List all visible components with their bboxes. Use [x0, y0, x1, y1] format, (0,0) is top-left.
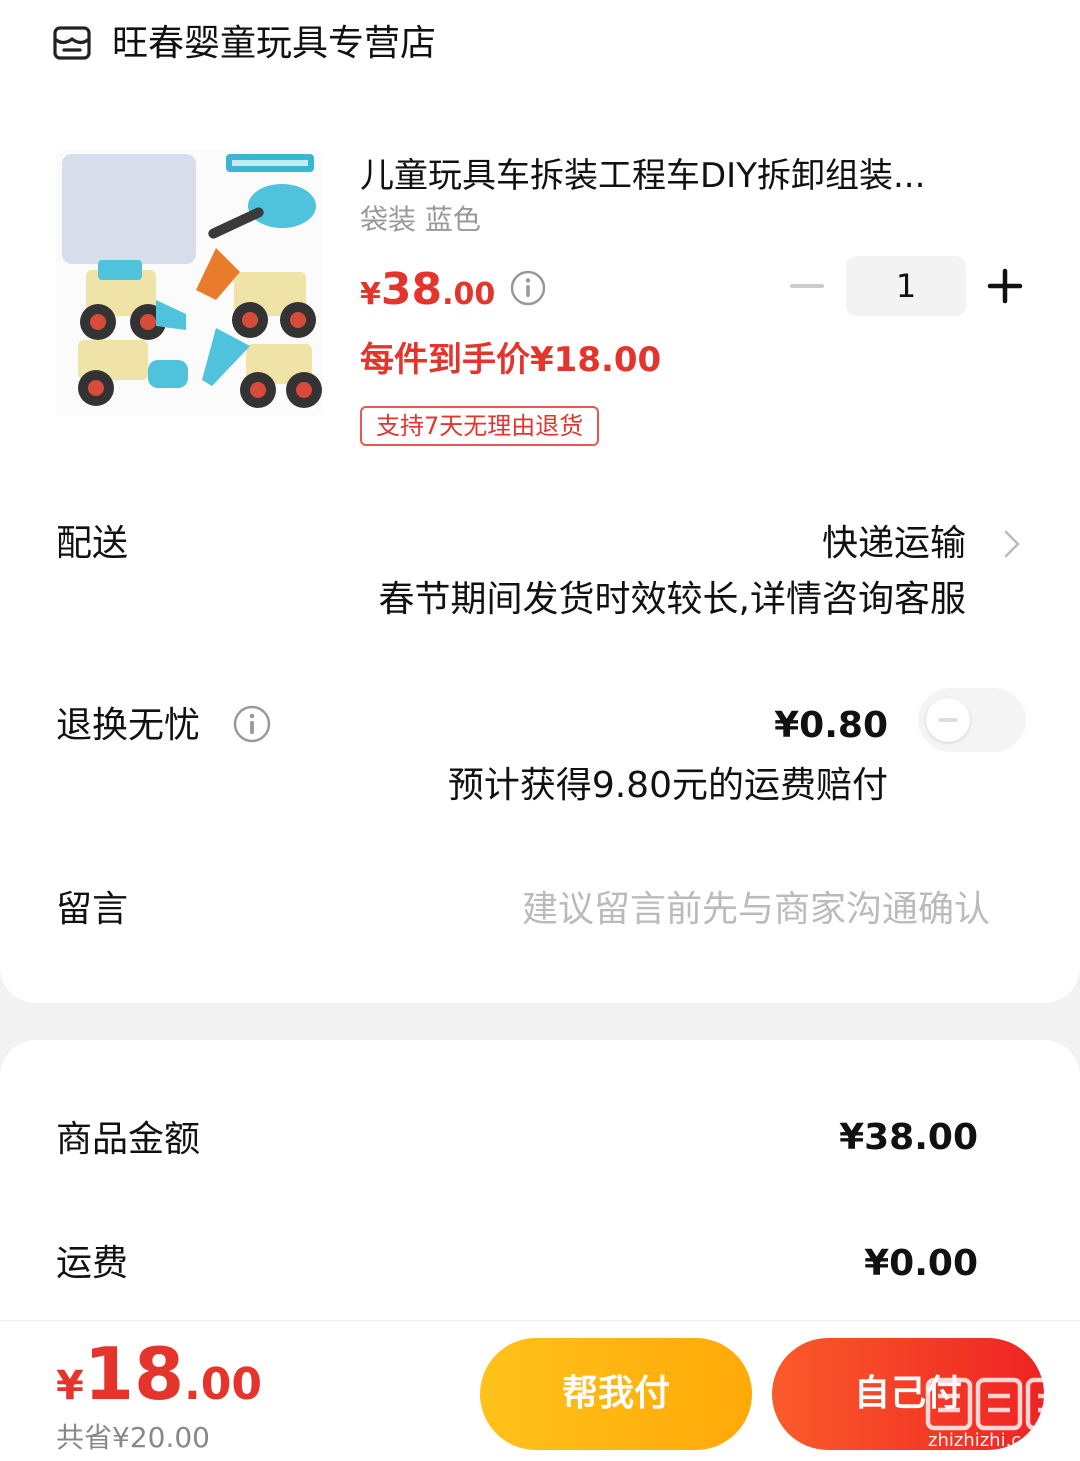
price-integer: 38 — [380, 264, 443, 315]
product-image[interactable] — [56, 150, 322, 416]
message-label: 留言 — [56, 889, 129, 930]
quantity-input[interactable]: 1 — [846, 256, 966, 316]
store-icon — [52, 24, 92, 64]
total-integer: 18 — [83, 1332, 185, 1416]
product-title[interactable]: 儿童玩具车拆装工程车DIY拆卸组装... — [360, 152, 1000, 200]
watermark-url: zhizhizhi.com — [928, 1430, 1050, 1451]
quantity-decrease-button[interactable] — [784, 260, 830, 312]
price-info-icon[interactable] — [510, 270, 546, 306]
shipping-label: 运费 — [56, 1243, 129, 1284]
worry-free-label: 退换无忧 — [56, 705, 201, 746]
return-badge: 支持7天无理由退货 — [360, 406, 600, 446]
watermark-logo — [924, 1374, 1074, 1434]
goods-amount-value: ¥38.00 — [839, 1117, 978, 1158]
delivery-note: 春节期间发货时效较长,详情咨询客服 — [378, 579, 966, 620]
shipping-value: ¥0.00 — [864, 1243, 978, 1284]
price-decimal: .00 — [442, 277, 496, 312]
saved-amount: 共省¥20.00 — [56, 1421, 210, 1454]
deal-price: 每件到手价¥18.00 — [360, 340, 662, 380]
help-pay-button[interactable]: 帮我付 — [480, 1338, 752, 1450]
delivery-method[interactable]: 快递运输 — [700, 520, 966, 568]
total-decimal: .00 — [184, 1359, 262, 1410]
delivery-label: 配送 — [56, 523, 129, 564]
product-price: ¥38.00 — [360, 262, 495, 327]
goods-amount-label: 商品金额 — [56, 1119, 201, 1160]
toggle-knob — [926, 698, 970, 742]
worry-free-price: ¥0.80 — [774, 705, 888, 746]
worry-free-toggle[interactable] — [918, 688, 1026, 752]
quantity-increase-button[interactable] — [982, 260, 1028, 312]
product-sku[interactable]: 袋装 蓝色 — [360, 200, 481, 240]
worry-free-note: 预计获得9.80元的运费赔付 — [447, 765, 888, 806]
message-input[interactable]: 建议留言前先与商家沟通确认 — [480, 886, 990, 934]
store-name[interactable]: 旺春婴童玩具专营店 — [112, 20, 436, 68]
price-currency: ¥ — [360, 277, 381, 312]
total-currency: ¥ — [56, 1363, 84, 1409]
worry-free-info-icon[interactable] — [232, 704, 272, 744]
chevron-right-icon[interactable] — [1000, 526, 1024, 562]
